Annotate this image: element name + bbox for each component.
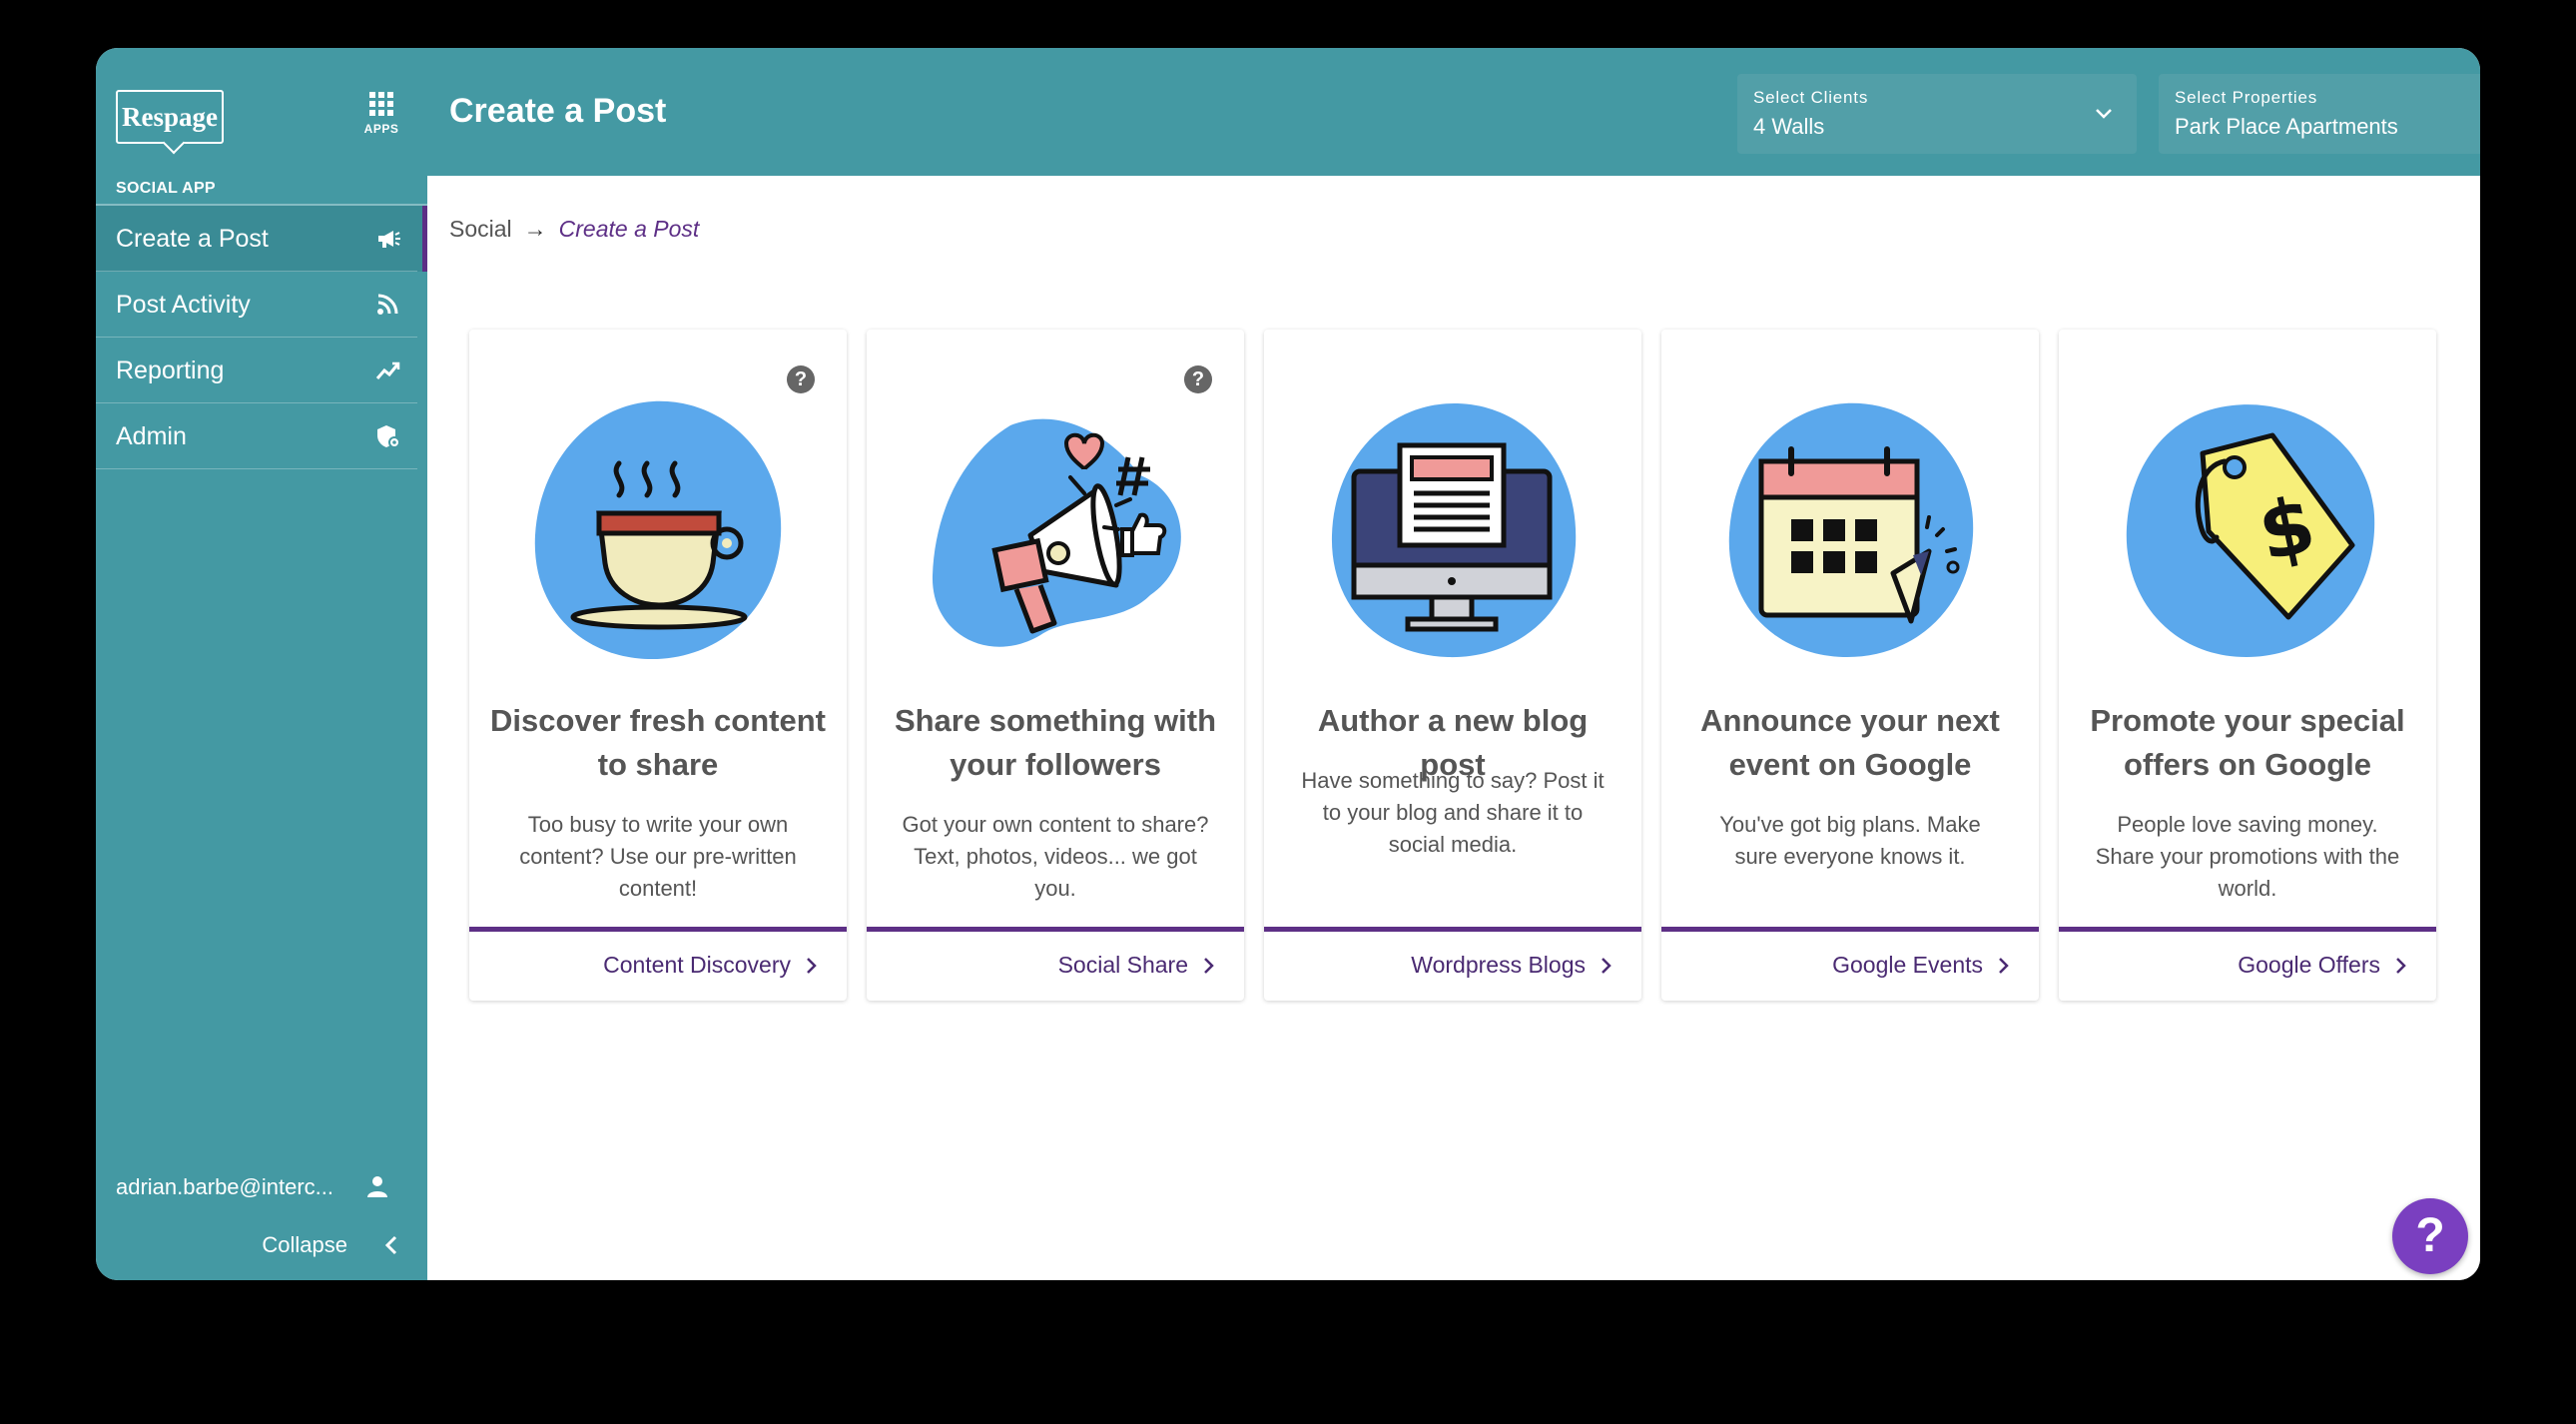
breadcrumb: Social → Create a Post <box>449 216 699 243</box>
apps-label: APPS <box>363 122 399 136</box>
calendar-illustration <box>1728 402 1974 658</box>
card-link-label: Google Events <box>1832 952 1983 978</box>
breadcrumb-social-link[interactable]: Social <box>449 216 512 243</box>
google-offers-link[interactable]: Google Offers <box>2238 952 2406 979</box>
trend-chart-icon <box>375 361 400 379</box>
apps-launcher[interactable]: APPS <box>361 92 401 148</box>
chevron-right-icon <box>2396 957 2406 974</box>
card-description: Have something to say? Post it to your b… <box>1301 768 1605 857</box>
card-link-label: Google Offers <box>2238 952 2380 978</box>
respage-logo[interactable]: Respage <box>116 90 224 144</box>
sidebar: Respage APPS SOCIAL APP Create a Post Po… <box>96 48 427 1280</box>
select-clients-value: 4 Walls <box>1753 114 1825 139</box>
card-description: You've got big plans. Make sure everyone… <box>1719 812 1981 869</box>
section-label: SOCIAL APP <box>116 180 216 197</box>
breadcrumb-current: Create a Post <box>558 216 700 242</box>
price-tag-illustration: $ <box>2126 404 2375 657</box>
card-link-label: Content Discovery <box>603 952 791 978</box>
logo-area: Respage APPS <box>96 48 427 176</box>
card-title: Discover fresh content to share <box>490 703 826 782</box>
chevron-left-icon <box>384 1235 397 1255</box>
card-description: People love saving money. Share your pro… <box>2095 812 2400 901</box>
card-wordpress-blogs: Author a new blog post Have something to… <box>1264 330 1641 1001</box>
sidebar-item-label: Reporting <box>116 356 225 384</box>
chevron-right-icon <box>807 957 817 974</box>
card-title: Announce your next event on Google <box>1700 703 2000 782</box>
help-icon[interactable]: ? <box>1184 365 1212 393</box>
collapse-button[interactable]: Collapse <box>96 1230 427 1260</box>
card-title: Promote your special offers on Google <box>2090 703 2405 782</box>
content-discovery-link-area[interactable]: Content Discovery <box>469 927 847 1001</box>
social-share-link-area[interactable]: Social Share <box>867 927 1244 1001</box>
card-google-events: Announce your next event on Google You'v… <box>1661 330 2039 1001</box>
sidebar-item-label: Admin <box>116 421 187 450</box>
chevron-right-icon <box>1999 957 2009 974</box>
sidebar-nav: Create a Post Post Activity Reporting Ad… <box>96 206 427 469</box>
main-content: Social → Create a Post ? Discover fresh … <box>427 176 2480 1280</box>
page-title: Create a Post <box>449 92 667 130</box>
sidebar-item-post-activity[interactable]: Post Activity <box>96 272 427 338</box>
user-icon <box>367 1176 387 1197</box>
megaphone-illustration <box>932 418 1181 647</box>
sidebar-item-admin[interactable]: Admin <box>96 403 427 469</box>
card-social-share: ? Share something with your followers Go… <box>867 330 1244 1001</box>
content-discovery-link[interactable]: Content Discovery <box>603 952 817 979</box>
select-clients-label: Select Clients <box>1753 88 1869 107</box>
select-clients-dropdown[interactable]: Select Clients 4 Walls <box>1737 74 2137 154</box>
card-description: Too busy to write your own content? Use … <box>519 812 797 901</box>
app-window: Respage APPS SOCIAL APP Create a Post Po… <box>96 48 2480 1280</box>
google-events-link[interactable]: Google Events <box>1832 952 2009 979</box>
computer-illustration <box>1331 402 1577 658</box>
card-link-label: Social Share <box>1057 952 1188 978</box>
google-offers-link-area[interactable]: Google Offers <box>2059 927 2436 1001</box>
card-description: Got your own content to share? Text, pho… <box>902 812 1209 901</box>
top-header: Create a Post Select Clients 4 Walls Sel… <box>427 48 2480 176</box>
collapse-label: Collapse <box>262 1232 347 1257</box>
breadcrumb-arrow-icon: → <box>523 216 547 242</box>
rss-icon <box>377 294 398 315</box>
wordpress-blogs-link-area[interactable]: Wordpress Blogs <box>1264 927 1641 1001</box>
help-icon[interactable]: ? <box>787 365 815 393</box>
sidebar-item-label: Post Activity <box>116 290 251 319</box>
megaphone-icon <box>378 231 400 248</box>
chevron-right-icon <box>1204 957 1214 974</box>
chevron-down-icon <box>2096 109 2112 119</box>
apps-grid-icon <box>369 92 393 116</box>
select-properties-dropdown[interactable]: Select Properties Park Place Apartments <box>2159 74 2480 154</box>
user-email: adrian.barbe@interc... <box>116 1174 334 1199</box>
card-google-offers: $ Promote your special offers on Google … <box>2059 330 2436 1001</box>
user-account[interactable]: adrian.barbe@interc... <box>116 1174 415 1200</box>
coffee-cup-illustration <box>534 400 782 660</box>
admin-shield-icon <box>377 425 400 448</box>
card-link-label: Wordpress Blogs <box>1411 952 1586 978</box>
help-chat-button[interactable]: ? <box>2392 1198 2468 1274</box>
chevron-right-icon <box>1602 957 1611 974</box>
wordpress-blogs-link[interactable]: Wordpress Blogs <box>1411 952 1611 979</box>
card-title: Share something with your followers <box>894 703 1217 782</box>
google-events-link-area[interactable]: Google Events <box>1661 927 2039 1001</box>
social-share-link[interactable]: Social Share <box>1058 952 1214 979</box>
sidebar-item-reporting[interactable]: Reporting <box>96 338 427 403</box>
select-properties-value: Park Place Apartments <box>2175 114 2398 139</box>
sidebar-item-label: Create a Post <box>116 224 269 253</box>
select-properties-label: Select Properties <box>2175 88 2318 107</box>
sidebar-item-create-a-post[interactable]: Create a Post <box>96 206 427 272</box>
card-content-discovery: ? Discover fresh content to share Too bu… <box>469 330 847 1001</box>
